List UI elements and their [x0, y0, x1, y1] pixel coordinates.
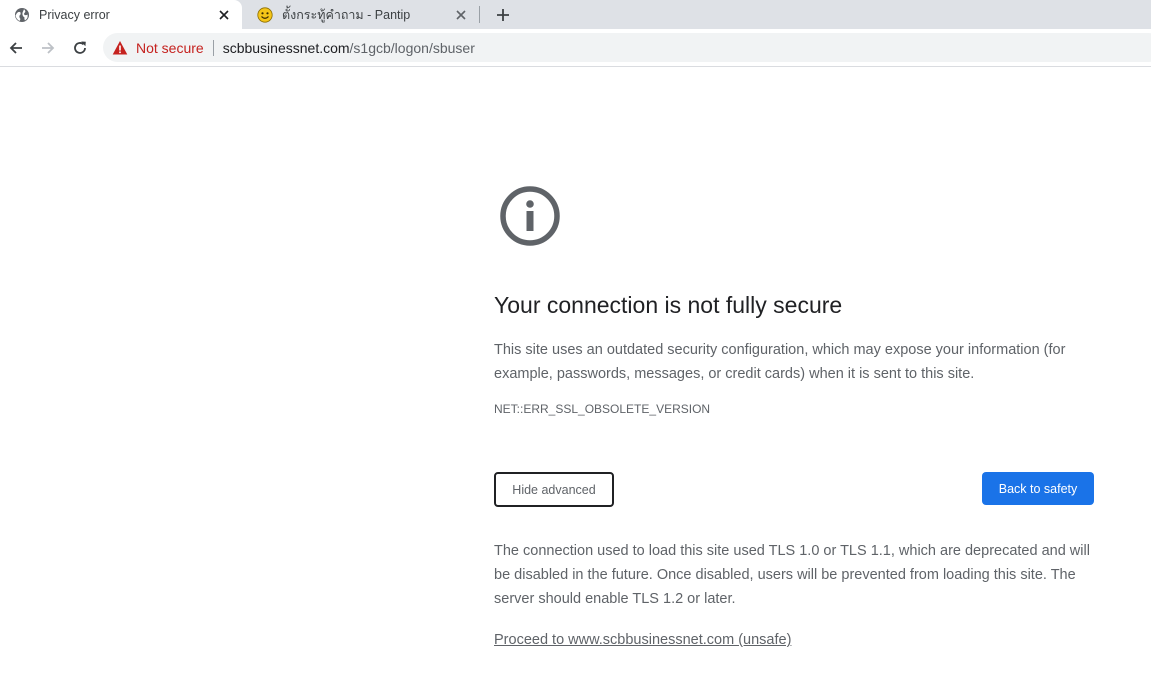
reload-icon	[74, 41, 86, 54]
url-host: scbbusinessnet.com	[222, 39, 350, 56]
hide-advanced-button[interactable]: Hide advanced	[494, 472, 614, 507]
new-tab-button[interactable]	[492, 4, 514, 26]
proceed-unsafe-link[interactable]: Proceed to www.scbbusinessnet.com (unsaf…	[494, 632, 791, 648]
pantip-emoji-icon	[257, 6, 273, 23]
reload-button[interactable]	[69, 37, 91, 59]
tab-title: ตั้งกระทู้คำถาม - Pantip	[282, 7, 411, 22]
close-tab-icon[interactable]	[453, 7, 469, 23]
details-text: The connection used to load this site us…	[494, 543, 1090, 607]
tab-title: Privacy error	[39, 7, 110, 22]
not-secure-label[interactable]: Not secure	[136, 40, 204, 56]
info-icon	[500, 186, 560, 246]
back-to-safety-button[interactable]: Back to safety	[982, 472, 1094, 505]
tab-privacy-error[interactable]: Privacy error	[0, 0, 242, 29]
close-tab-icon[interactable]	[216, 7, 232, 23]
plus-icon	[497, 9, 509, 21]
tab-separator	[479, 6, 480, 23]
toolbar: Not secure scbbusinessnet.com/s1gcb/logo…	[0, 29, 1151, 67]
tab-strip: Privacy error ตั้งกระทู้คำถาม - Pantip	[0, 0, 1151, 29]
forward-button[interactable]	[37, 37, 59, 59]
address-divider	[212, 39, 214, 56]
warning-icon[interactable]	[112, 40, 128, 56]
url-text[interactable]: scbbusinessnet.com/s1gcb/logon/sbuser	[223, 40, 475, 56]
arrow-right-icon	[42, 42, 55, 54]
url-path: /s1gcb/logon/sbuser	[349, 39, 475, 56]
address-bar[interactable]: Not secure scbbusinessnet.com/s1gcb/logo…	[103, 33, 1151, 62]
explanation-text: This site uses an outdated security conf…	[494, 342, 1066, 382]
error-code: NET::ERR_SSL_OBSOLETE_VERSION	[494, 402, 711, 416]
arrow-left-icon	[9, 42, 22, 54]
tab-pantip[interactable]: ตั้งกระทู้คำถาม - Pantip	[243, 0, 479, 29]
globe-icon	[15, 7, 29, 22]
page-title: Your connection is not fully secure	[494, 292, 843, 318]
back-button[interactable]	[5, 37, 27, 59]
